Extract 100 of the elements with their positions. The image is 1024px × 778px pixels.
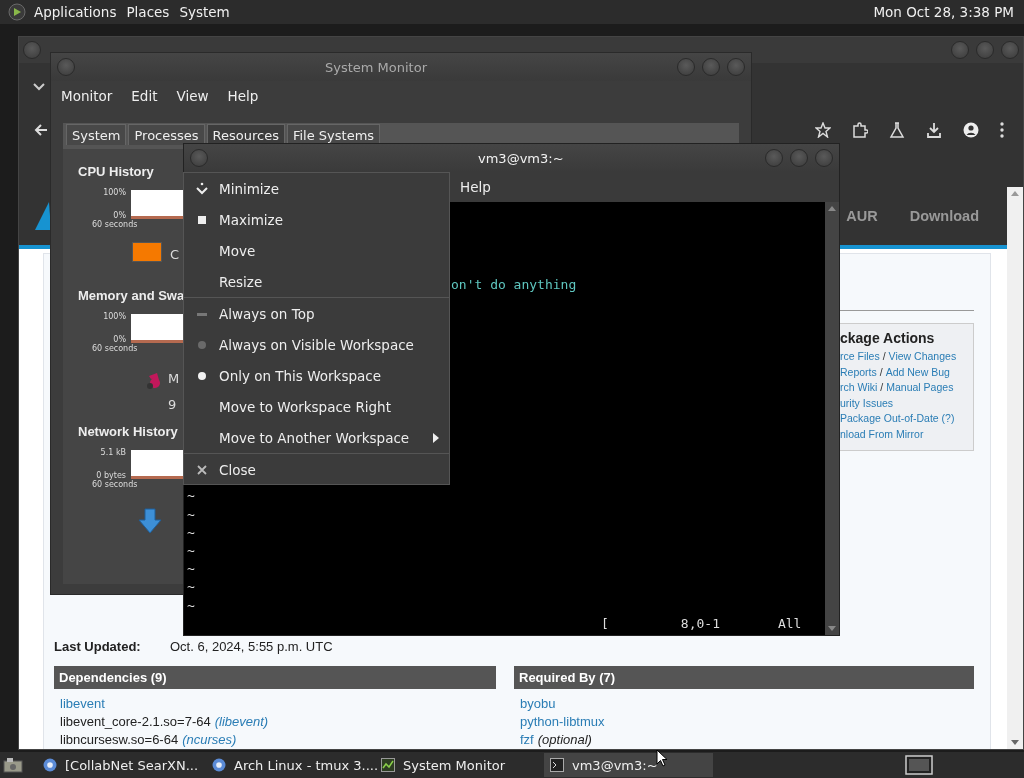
workspace-switcher-icon[interactable] — [905, 755, 933, 775]
clock[interactable]: Mon Oct 28, 3:38 PM — [873, 4, 1014, 20]
tilde-marker: ~ — [187, 578, 196, 597]
axis-label: 5.1 kB — [100, 448, 126, 457]
chevron-down-icon[interactable] — [33, 83, 45, 91]
download-icon[interactable] — [926, 122, 942, 138]
window-button[interactable] — [976, 41, 994, 59]
nav-link[interactable]: Download — [909, 208, 979, 224]
panel-menu[interactable]: Places — [126, 4, 170, 20]
package-link[interactable]: (libevent) — [214, 714, 269, 729]
nav-link[interactable]: AUR — [846, 208, 878, 224]
window-button[interactable] — [677, 58, 695, 76]
panel-menu[interactable]: Applications — [34, 4, 117, 20]
taskbar-button[interactable]: [CollabNet SearXN... — [37, 753, 206, 777]
submenu-arrow-icon — [433, 432, 439, 443]
window-button[interactable] — [790, 149, 808, 167]
menu-item[interactable]: Always on Visible Workspace — [184, 329, 449, 360]
window-button[interactable] — [57, 58, 75, 76]
package-name: libncursesw.so=6-64 — [60, 732, 179, 747]
chart-icon — [381, 758, 395, 772]
window-button[interactable] — [702, 58, 720, 76]
window-button[interactable] — [727, 58, 745, 76]
window-button[interactable] — [951, 41, 969, 59]
legend-text: C — [170, 246, 180, 264]
package-link[interactable]: libevent — [60, 696, 105, 711]
package-name: libevent_core-2.1.so=7-64 — [60, 714, 211, 729]
legend-text: M — [168, 370, 180, 388]
menu-item[interactable]: Help — [460, 179, 491, 195]
section-header: Required By (7) — [514, 666, 974, 689]
window-title: vm3@vm3:~ — [477, 150, 565, 166]
package-link[interactable]: python-libtmux — [520, 714, 605, 729]
back-arrow-icon[interactable] — [34, 123, 48, 137]
menu-item[interactable]: View — [176, 88, 209, 104]
menu-item[interactable]: Close — [184, 454, 449, 485]
panel-menu[interactable]: System — [179, 4, 230, 20]
tab[interactable]: File Systems — [286, 124, 381, 145]
menu-item[interactable]: Move to Another Workspace — [184, 422, 449, 453]
scrollbar[interactable] — [825, 202, 839, 635]
menu-item[interactable]: Monitor — [61, 88, 113, 104]
scroll-down-icon — [1011, 740, 1019, 745]
scrollbar[interactable] — [1007, 187, 1023, 749]
box-title: ckage Actions — [840, 330, 936, 346]
legend-text: 9 — [168, 396, 178, 414]
taskbar-button[interactable]: Arch Linux - tmux 3.... — [206, 753, 375, 777]
menu-item[interactable]: Minimize — [184, 173, 449, 204]
menu-item[interactable]: Only on This Workspace — [184, 360, 449, 391]
profile-icon[interactable] — [963, 122, 979, 138]
star-icon[interactable] — [815, 122, 831, 138]
window-button[interactable] — [815, 149, 833, 167]
action-link[interactable]: Add New Bug — [885, 365, 950, 378]
window-button[interactable] — [1001, 41, 1019, 59]
window-title: System Monitor — [324, 59, 428, 75]
puzzle-icon[interactable] — [852, 122, 868, 138]
axis-label: 60 seconds — [91, 480, 138, 491]
action-link[interactable]: rch Wiki — [840, 381, 878, 393]
show-desktop-icon[interactable] — [3, 757, 23, 773]
tab[interactable]: System — [66, 124, 127, 145]
section-header: Dependencies (9) — [54, 666, 496, 689]
package-link[interactable]: fzf — [520, 732, 534, 747]
terminal-text: on't do anything — [451, 276, 577, 294]
action-link[interactable]: Reports — [840, 365, 877, 378]
field-value: Oct. 6, 2024, 5:55 p.m. UTC — [170, 638, 333, 654]
flask-icon[interactable] — [889, 122, 905, 138]
close-icon — [196, 464, 207, 475]
window-button[interactable] — [765, 149, 783, 167]
menu-item[interactable]: Edit — [131, 88, 158, 104]
menu-item[interactable]: Always on Top — [184, 298, 449, 329]
tilde-marker: ~ — [187, 487, 196, 506]
tilde-marker: ~ — [187, 505, 196, 524]
section-title: Network History — [78, 424, 178, 441]
window-button[interactable] — [190, 149, 208, 167]
package-link[interactable]: (ncurses) — [182, 732, 237, 747]
menu-item[interactable]: Move — [184, 235, 449, 266]
action-link[interactable]: View Changes — [888, 350, 957, 362]
menu-item[interactable]: Resize — [184, 266, 449, 297]
browser-icon — [212, 758, 226, 772]
tab[interactable]: Resources — [206, 124, 285, 145]
action-link[interactable]: rce Files — [840, 350, 880, 362]
color-swatch[interactable] — [132, 242, 162, 262]
action-link[interactable]: Package Out-of-Date (?) — [840, 412, 955, 424]
status-text: [ — [601, 614, 609, 633]
action-link[interactable]: nload From Mirror — [840, 427, 924, 440]
axis-label: 60 seconds — [91, 220, 138, 231]
tab[interactable]: Processes — [128, 124, 205, 145]
axis-label: 100% — [103, 188, 126, 197]
window-button[interactable] — [23, 41, 41, 59]
taskbar-button[interactable]: vm3@vm3:~ — [544, 753, 713, 777]
tilde-marker: ~ — [187, 523, 196, 542]
maximize-icon — [197, 215, 206, 224]
menu-item[interactable]: Help — [227, 88, 259, 104]
axis-label: 0 bytes — [96, 471, 126, 480]
terminal-icon — [550, 758, 564, 772]
tilde-marker: ~ — [187, 560, 196, 579]
action-link[interactable]: Manual Pages — [886, 381, 954, 393]
more-options-icon[interactable] — [1000, 122, 1004, 138]
action-link[interactable]: urity Issues — [840, 396, 894, 409]
package-link[interactable]: byobu — [520, 696, 556, 711]
menu-item[interactable]: Move to Workspace Right — [184, 391, 449, 422]
scroll-down-icon — [828, 626, 836, 631]
menu-item[interactable]: Maximize — [184, 204, 449, 235]
